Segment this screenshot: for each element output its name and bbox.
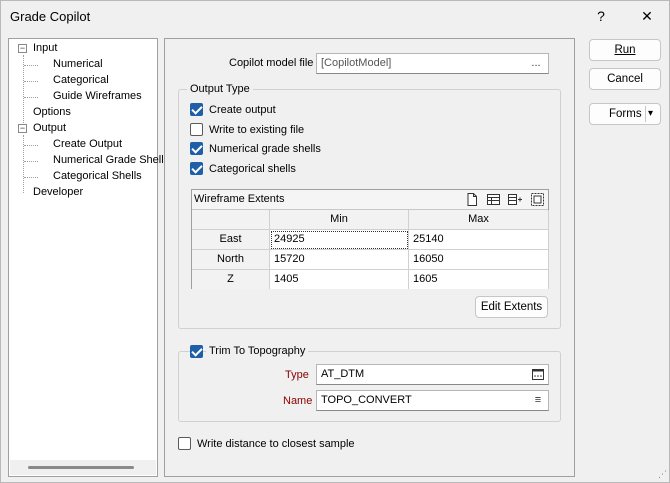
tree-item-categorical-shells[interactable]: Categorical Shells — [53, 170, 142, 182]
browse-icon[interactable] — [532, 369, 544, 380]
tree-connector — [24, 81, 38, 82]
row-header-north: North — [192, 250, 270, 270]
table-view-icon[interactable] — [487, 193, 500, 206]
grid-options-icon[interactable] — [531, 193, 544, 206]
categorical-shells-checkbox[interactable] — [190, 162, 203, 175]
name-value: TOPO_CONVERT — [321, 394, 412, 406]
run-button[interactable]: Run — [589, 39, 661, 61]
tree-item-create-output[interactable]: Create Output — [53, 138, 122, 150]
tree-item-guide-wireframes[interactable]: Guide Wireframes — [53, 90, 142, 102]
wireframe-extents-title: Wireframe Extents — [194, 193, 285, 205]
north-max-cell[interactable]: 16050 — [409, 250, 549, 270]
forms-button[interactable]: Forms ▾ — [589, 103, 661, 125]
forms-button-label: Forms — [609, 108, 642, 120]
numerical-grade-shells-label: Numerical grade shells — [209, 143, 321, 155]
tree-item-numerical-grade-shell[interactable]: Numerical Grade Shell — [53, 154, 164, 166]
run-button-label: Run — [614, 44, 636, 56]
numerical-grade-shells-checkbox[interactable] — [190, 142, 203, 155]
title-bar: Grade Copilot ? ✕ — [1, 1, 669, 31]
browse-icon[interactable]: ... — [527, 55, 545, 72]
north-min-cell[interactable]: 15720 — [270, 250, 409, 270]
create-output-checkbox[interactable] — [190, 103, 203, 116]
tree-item-categorical[interactable]: Categorical — [53, 74, 109, 86]
grid-corner — [192, 210, 270, 230]
output-type-title: Output Type — [187, 83, 253, 95]
edit-extents-button[interactable]: Edit Extents — [475, 296, 548, 318]
grid-header: Wireframe Extents — [192, 190, 548, 210]
type-label: Type — [285, 369, 309, 381]
tree-item-options[interactable]: Options — [33, 106, 71, 118]
copilot-model-value: [CopilotModel] — [321, 57, 392, 69]
tree-connector — [23, 135, 24, 193]
help-icon[interactable]: ? — [579, 1, 623, 31]
z-min-cell[interactable]: 1405 — [270, 270, 409, 289]
name-field[interactable]: TOPO_CONVERT ≡ — [316, 390, 549, 411]
name-label: Name — [283, 395, 313, 407]
close-icon[interactable]: ✕ — [625, 1, 669, 31]
cancel-button-label: Cancel — [607, 73, 643, 85]
tree-connector — [24, 65, 38, 66]
window-title: Grade Copilot — [10, 9, 91, 24]
cancel-button[interactable]: Cancel — [589, 68, 661, 90]
collapse-icon[interactable]: − — [18, 44, 27, 53]
column-header-min: Min — [270, 210, 409, 230]
trim-topography-checkbox[interactable] — [190, 345, 203, 358]
categorical-shells-label: Categorical shells — [209, 163, 296, 175]
chevron-down-icon[interactable]: ▾ — [648, 104, 653, 124]
write-distance-label: Write distance to closest sample — [197, 438, 355, 450]
collapse-icon[interactable]: − — [18, 124, 27, 133]
tree-item-developer[interactable]: Developer — [33, 186, 83, 198]
wireframe-extents-grid: Wireframe Extents Min Max East 24925 251… — [191, 189, 549, 289]
copilot-model-field[interactable]: [CopilotModel] ... — [316, 53, 549, 74]
write-distance-checkbox[interactable] — [178, 437, 191, 450]
list-icon[interactable]: ≡ — [531, 392, 545, 409]
tree-connector — [24, 177, 38, 178]
column-header-max: Max — [409, 210, 549, 230]
scrollbar-thumb[interactable] — [28, 466, 134, 469]
grade-copilot-window: Grade Copilot ? ✕ − Input Numerical Cate… — [0, 0, 670, 483]
split-divider — [645, 106, 646, 122]
write-existing-label: Write to existing file — [209, 124, 305, 136]
tree-connector — [24, 97, 38, 98]
write-existing-checkbox[interactable] — [190, 123, 203, 136]
tree-item-numerical[interactable]: Numerical — [53, 58, 103, 70]
copilot-model-label: Copilot model file — [229, 57, 314, 69]
trim-topography-label: Trim To Topography — [206, 345, 309, 357]
tree-connector — [24, 161, 38, 162]
east-min-cell[interactable]: 24925 — [270, 230, 409, 250]
tree-item-input[interactable]: Input — [33, 42, 57, 54]
east-max-cell[interactable]: 25140 — [409, 230, 549, 250]
create-output-label: Create output — [209, 104, 276, 116]
tree-horizontal-scrollbar[interactable] — [10, 460, 156, 475]
trim-topography-group — [178, 351, 561, 422]
navigation-tree: − Input Numerical Categorical Guide Wire… — [8, 38, 164, 477]
insert-row-icon[interactable] — [508, 193, 522, 206]
tree-connector — [23, 55, 24, 129]
tree-connector — [24, 145, 38, 146]
type-field[interactable]: AT_DTM — [316, 364, 549, 385]
resize-grip-icon[interactable]: ⋰ — [658, 469, 667, 480]
row-header-z: Z — [192, 270, 270, 289]
z-max-cell[interactable]: 1605 — [409, 270, 549, 289]
row-header-east: East — [192, 230, 270, 250]
tree-item-output[interactable]: Output — [33, 122, 66, 134]
type-value: AT_DTM — [321, 368, 365, 380]
new-document-icon[interactable] — [466, 193, 478, 206]
